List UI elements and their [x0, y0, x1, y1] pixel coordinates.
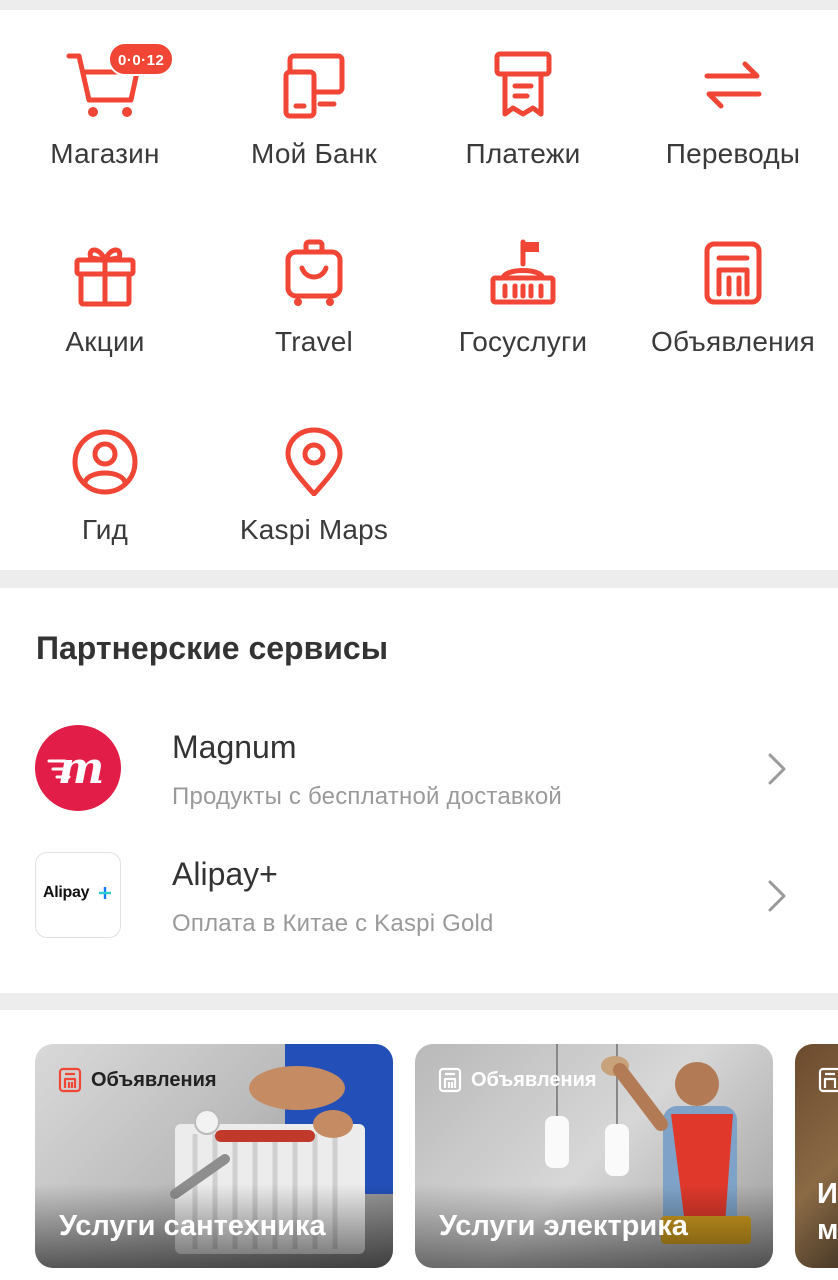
ad-tag: Объявления	[57, 1066, 217, 1094]
service-label: Акции	[65, 326, 145, 357]
user-circle-icon	[65, 426, 145, 496]
ad-card-plumber[interactable]: Объявления Услуги сантехника	[35, 1044, 393, 1268]
svg-text:m: m	[58, 743, 105, 794]
service-label: Travel	[275, 326, 353, 357]
service-my-bank[interactable]: Мой Банк	[209, 10, 419, 170]
service-guide[interactable]: Гид	[0, 386, 210, 546]
service-gov[interactable]: Госуслуги	[418, 198, 628, 358]
gift-icon	[65, 238, 145, 308]
phone-card-icon	[274, 50, 354, 120]
installment-badge: 0·0·12	[108, 42, 175, 76]
chevron-right-icon	[764, 751, 790, 787]
transfer-arrows-icon	[693, 50, 773, 120]
service-payments[interactable]: Платежи	[418, 10, 628, 170]
service-label: Объявления	[651, 326, 815, 357]
ad-card-electrician[interactable]: Объявления Услуги электрика	[415, 1044, 773, 1268]
service-label: Платежи	[465, 138, 581, 169]
ad-tag	[817, 1066, 838, 1094]
classifieds-icon	[57, 1067, 83, 1093]
receipt-icon	[483, 50, 563, 120]
ad-card-partial[interactable]: И м	[795, 1044, 838, 1268]
top-divider	[0, 0, 838, 10]
ad-title: И м	[817, 1178, 838, 1246]
service-label: Переводы	[665, 138, 801, 169]
service-label: Гид	[81, 514, 129, 545]
alipay-logo-text: Alipay	[43, 884, 90, 901]
service-promotions[interactable]: Акции	[0, 198, 210, 358]
suitcase-icon	[274, 238, 354, 308]
chevron-right-icon	[764, 878, 790, 914]
government-building-icon	[483, 238, 563, 308]
service-label: Магазин	[50, 138, 160, 169]
service-label: Мой Банк	[251, 138, 377, 169]
service-travel[interactable]: Travel	[209, 198, 419, 358]
map-pin-icon	[274, 426, 354, 497]
ad-tag-label: Объявления	[91, 1068, 217, 1091]
classifieds-icon	[817, 1067, 838, 1093]
alipay-logo: Alipay	[35, 852, 121, 938]
classifieds-icon	[437, 1067, 463, 1093]
partner-name: Magnum	[172, 729, 297, 765]
service-shop[interactable]: 0·0·12 Магазин	[0, 10, 210, 170]
service-label: Госуслуги	[458, 326, 588, 357]
partner-services: Партнерские сервисы m Magnum Продукты с …	[0, 588, 838, 993]
services-grid: 0·0·12 Магазин Мой Банк Платежи Переводы…	[0, 10, 838, 570]
partner-description: Оплата в Китае с Kaspi Gold	[172, 910, 494, 937]
ads-carousel: Объявления Услуги сантехника Объявления …	[0, 1010, 838, 1280]
section-title: Партнерские сервисы	[36, 630, 389, 666]
service-classifieds[interactable]: Объявления	[628, 198, 838, 358]
partner-alipay[interactable]: Alipay Alipay+ Оплата в Китае с Kaspi Go…	[0, 852, 838, 962]
ad-title: Услуги сантехника	[59, 1210, 326, 1242]
classifieds-icon	[693, 238, 773, 308]
ad-tag-label: Объявления	[471, 1068, 597, 1091]
partner-name: Alipay+	[172, 856, 278, 892]
service-kaspi-maps[interactable]: Kaspi Maps	[209, 386, 419, 546]
service-label: Kaspi Maps	[239, 514, 389, 545]
magnum-logo: m	[35, 725, 121, 811]
partner-description: Продукты с бесплатной доставкой	[172, 783, 562, 810]
ad-tag: Объявления	[437, 1066, 597, 1094]
ad-title: Услуги электрика	[439, 1210, 688, 1242]
partner-magnum[interactable]: m Magnum Продукты с бесплатной доставкой	[0, 725, 838, 835]
service-transfers[interactable]: Переводы	[628, 10, 838, 170]
